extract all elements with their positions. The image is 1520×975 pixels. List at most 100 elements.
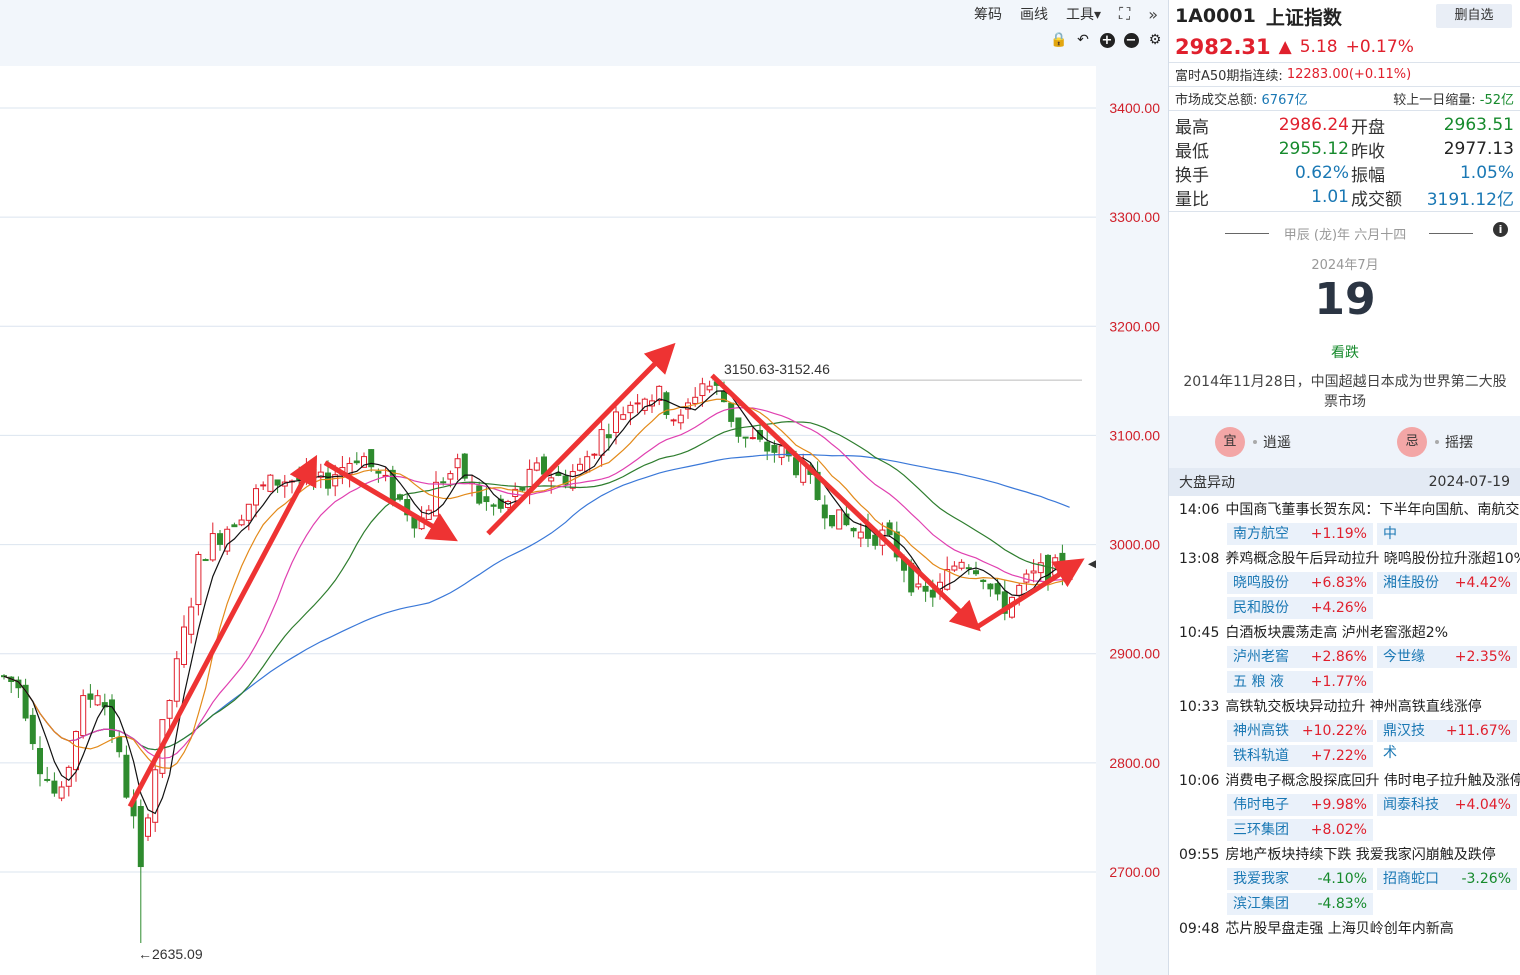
double-chevron-right-icon[interactable]: » [1148, 5, 1158, 24]
candle-body [245, 503, 252, 521]
candle-body [742, 436, 749, 439]
expand-icon[interactable]: ⛶ [1119, 4, 1130, 24]
dot [1253, 440, 1257, 444]
lock-icon[interactable]: 🔒 [1050, 31, 1068, 49]
stock-tag[interactable]: 泸州老窖 +2.86% [1227, 646, 1373, 668]
news-headline[interactable]: 10:33 高铁轨交板块异动拉升 神州高铁直线涨停 [1179, 696, 1520, 718]
news-item[interactable]: 09:48 芯片股早盘走强 上海贝岭创年内新高 [1169, 915, 1520, 940]
candle-body [555, 472, 562, 476]
stock-tag[interactable]: 滨江集团 -4.83% [1227, 893, 1373, 915]
zoom-out-icon[interactable]: − [1122, 31, 1140, 49]
candle-body [1030, 570, 1037, 574]
stock-tag[interactable]: 湘佳股份 +4.42% [1377, 572, 1517, 594]
calendar-card: 甲辰 (龙)年 六月十四 i 2024年7月 19 看跌 2014年11月28日… [1169, 211, 1520, 416]
stock-tag[interactable]: 招商蛇口 -3.26% [1377, 868, 1517, 890]
news-item[interactable]: 13:08 养鸡概念股午后异动拉升 晓鸣股份拉升涨超10% 晓鸣股份 +6.83% 湘佳… [1169, 545, 1520, 619]
stock-tag[interactable]: 我爱我家 -4.10% [1227, 868, 1373, 890]
stock-tag-name: 湘佳股份 [1383, 575, 1439, 591]
candle-body [771, 444, 778, 453]
stock-tag[interactable]: 鼎汉技术 +11.67% [1377, 720, 1517, 761]
news-item[interactable]: 09:55 房地产板块持续下跌 我爱我家闪崩触及跌停 我爱我家 -4.10% 招商蛇口 -… [1169, 841, 1520, 915]
current-price: 2982.31 [1175, 35, 1271, 59]
draw-line-button[interactable]: 画线 [1020, 4, 1048, 24]
stock-tag-name: 滨江集团 [1233, 896, 1289, 912]
stock-tag[interactable]: 南方航空 +1.19% [1227, 523, 1373, 545]
news-text: 养鸡概念股午后异动拉升 晓鸣股份拉升涨超10% [1225, 551, 1520, 567]
stock-tag[interactable]: 今世缘 +2.35% [1377, 646, 1517, 668]
stock-tag[interactable]: 铁科轨道 +7.22% [1227, 745, 1373, 767]
stock-tag[interactable]: 伟时电子 +9.98% [1227, 794, 1373, 816]
candle-body [310, 469, 317, 479]
candle-body [353, 460, 360, 464]
candle-body [123, 754, 130, 798]
candle-body [440, 481, 447, 484]
candle-body [634, 402, 641, 405]
chart-pane[interactable]: 筹码 画线 工具▾ ⛶ » 🔒 ↶ + − ⚙ 3400.00 3300.00 32… [0, 0, 1168, 975]
candle-body [1016, 584, 1023, 596]
low-label: ←2635.09 [138, 946, 203, 962]
stock-tag[interactable]: 民和股份 +4.26% [1227, 597, 1373, 619]
candle-body [260, 484, 267, 487]
stock-tag[interactable]: 中 [1377, 523, 1517, 545]
candle-body [598, 429, 605, 456]
candlestick-chart[interactable]: 3400.00 3300.00 3200.00 3100.00 3000.00 2900.… [0, 52, 1168, 975]
news-headline[interactable]: 10:45 白酒板块震荡走高 泸州老窖涨超2% [1179, 622, 1520, 644]
app-root: 筹码 画线 工具▾ ⛶ » 🔒 ↶ + − ⚙ 3400.00 3300.00 32… [0, 0, 1520, 975]
news-headline[interactable]: 10:06 消费电子概念股探底回升 伟时电子拉升触及涨停 [1179, 770, 1520, 792]
stock-tag[interactable]: 闻泰科技 +4.04% [1377, 794, 1517, 816]
candle-body [483, 496, 490, 503]
stock-tag-pct: +4.26% [1310, 600, 1367, 616]
candle-body [454, 458, 461, 469]
news-headline[interactable]: 13:08 养鸡概念股午后异动拉升 晓鸣股份拉升涨超10% [1179, 548, 1520, 570]
price-row: 2982.31 ▲ 5.18 +0.17% [1169, 32, 1520, 62]
news-title: 大盘异动 [1179, 475, 1235, 491]
stat-label: 开盘 [1351, 117, 1385, 138]
stock-tag[interactable]: 神州高铁 +10.22% [1227, 720, 1373, 742]
stock-tag[interactable]: 三环集团 +8.02% [1227, 819, 1373, 841]
stock-tag[interactable]: 五 粮 液 +1.77% [1227, 671, 1373, 693]
candle-body [145, 817, 151, 837]
tools-dropdown[interactable]: 工具▾ [1066, 4, 1101, 24]
stock-tag-name: 三环集团 [1233, 822, 1289, 838]
undo-icon[interactable]: ↶ [1074, 31, 1092, 49]
stats-table: 最高 2986.24 开盘 2963.51 最低 2955.12 昨收 2977.13 换手 0.… [1169, 110, 1520, 211]
news-text: 高铁轨交板块异动拉升 神州高铁直线涨停 [1225, 699, 1482, 715]
stock-tag[interactable]: 晓鸣股份 +6.83% [1227, 572, 1373, 594]
gear-icon[interactable]: ⚙ [1146, 31, 1164, 49]
candle-body [749, 437, 756, 440]
candle-body [267, 474, 274, 492]
candle-body [764, 441, 771, 452]
stat-value: 2977.13 [1443, 139, 1514, 159]
candle-body [325, 472, 331, 489]
a50-row: 富时A50期指连续: 12283.00(+0.11%) [1169, 62, 1520, 86]
news-item[interactable]: 14:06 中国商飞董事长贺东风：下半年向国航、南航交付 南方航空 +1.19% 中 [1169, 496, 1520, 545]
candle-body [490, 504, 497, 507]
yi-badge: 宜 [1215, 427, 1245, 457]
calendar-month: 2024年7月 [1311, 258, 1379, 273]
news-headline[interactable]: 09:55 房地产板块持续下跌 我爱我家闪崩触及跌停 [1179, 844, 1520, 866]
news-headline[interactable]: 14:06 中国商飞董事长贺东风：下半年向国航、南航交付 [1179, 499, 1520, 521]
stat-label: 最高 [1175, 117, 1209, 138]
stock-tag-pct: +10.22% [1301, 723, 1367, 739]
stats-row: 换手 0.62% 振幅 1.05% [1175, 161, 1514, 186]
news-item[interactable]: 10:45 白酒板块震荡走高 泸州老窖涨超2% 泸州老窖 +2.86% 今世缘 +2.35… [1169, 619, 1520, 693]
candle-body [188, 606, 195, 635]
info-icon[interactable]: i [1493, 222, 1508, 237]
candle-body [577, 463, 583, 471]
stats-row: 量比 1.01 成交额 3191.12亿 [1175, 185, 1514, 210]
stock-tag-name: 南方航空 [1233, 526, 1289, 542]
news-headline[interactable]: 09:48 芯片股早盘走强 上海贝岭创年内新高 [1179, 918, 1520, 940]
candle-body [80, 695, 87, 737]
candle-body [620, 414, 627, 420]
news-time: 10:45 [1179, 625, 1220, 641]
stock-tag-name: 泸州老窖 [1233, 649, 1289, 665]
candle-body [73, 731, 79, 771]
candle-body [476, 485, 483, 504]
zoom-in-icon[interactable]: + [1098, 31, 1116, 49]
candle-body [51, 780, 58, 794]
news-item[interactable]: 10:33 高铁轨交板块异动拉升 神州高铁直线涨停 神州高铁 +10.22% 鼎汉技术 +… [1169, 693, 1520, 767]
candle-body [447, 473, 454, 480]
chip-button[interactable]: 筹码 [974, 4, 1002, 24]
news-item[interactable]: 10:06 消费电子概念股探底回升 伟时电子拉升触及涨停 伟时电子 +9.98% 闻泰科… [1169, 767, 1520, 841]
remove-watchlist-button[interactable]: 删自选 [1436, 4, 1512, 28]
